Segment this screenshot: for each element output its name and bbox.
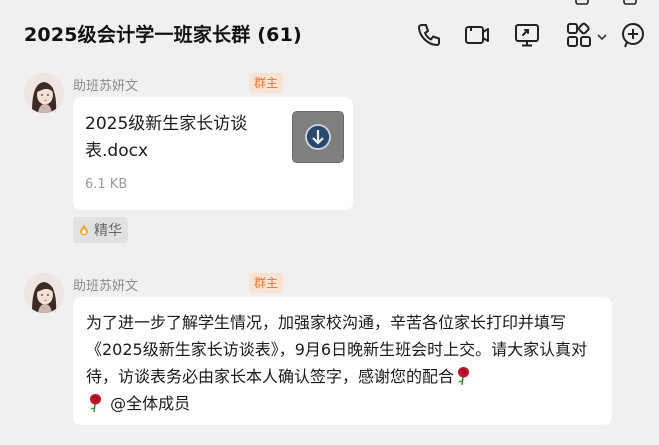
avatar[interactable] <box>24 73 64 113</box>
file-name: 2025级新生家长访谈表.docx <box>85 114 248 161</box>
essence-label: 精华 <box>94 223 122 239</box>
video-call-icon[interactable] <box>463 21 491 49</box>
file-card[interactable]: 2025级新生家长访谈表.docx 6.1 KB <box>73 97 353 210</box>
essence-drop-icon <box>77 223 91 237</box>
phone-icon[interactable] <box>415 21 443 49</box>
avatar[interactable] <box>24 273 64 313</box>
apps-grid-icon[interactable] <box>565 21 593 49</box>
chat-title: 2025级会计学一班家长群 (61) <box>24 24 302 46</box>
word-document-download-icon[interactable] <box>292 111 344 163</box>
rose-icon <box>454 366 473 386</box>
mention-all[interactable]: @全体成员 <box>110 394 190 413</box>
file-size: 6.1 KB <box>85 177 128 192</box>
role-badge: 群主 <box>249 73 284 93</box>
chat-header: 2025级会计学一班家长群 (61) <box>0 0 659 66</box>
clipped-toolbar-icon-2[interactable] <box>622 0 638 6</box>
rose-icon <box>86 393 105 413</box>
essence-tag[interactable]: 精华 <box>73 217 128 243</box>
add-circle-icon[interactable] <box>619 21 647 49</box>
chevron-down-icon[interactable] <box>596 28 608 41</box>
sender-name[interactable]: 助班苏妍文 <box>73 275 138 294</box>
sender-name[interactable]: 助班苏妍文 <box>73 75 138 94</box>
role-badge: 群主 <box>249 273 284 293</box>
message-text: 为了进一步了解学生情况，加强家校沟通，辛苦各位家长打印并填写《2025级新生家长… <box>86 313 588 386</box>
screen-share-icon[interactable] <box>513 21 541 49</box>
text-bubble[interactable]: 为了进一步了解学生情况，加强家校沟通，辛苦各位家长打印并填写《2025级新生家长… <box>73 297 612 425</box>
message-body: 为了进一步了解学生情况，加强家校沟通，辛苦各位家长打印并填写《2025级新生家长… <box>86 309 600 417</box>
clipped-toolbar-icon[interactable] <box>574 0 590 6</box>
